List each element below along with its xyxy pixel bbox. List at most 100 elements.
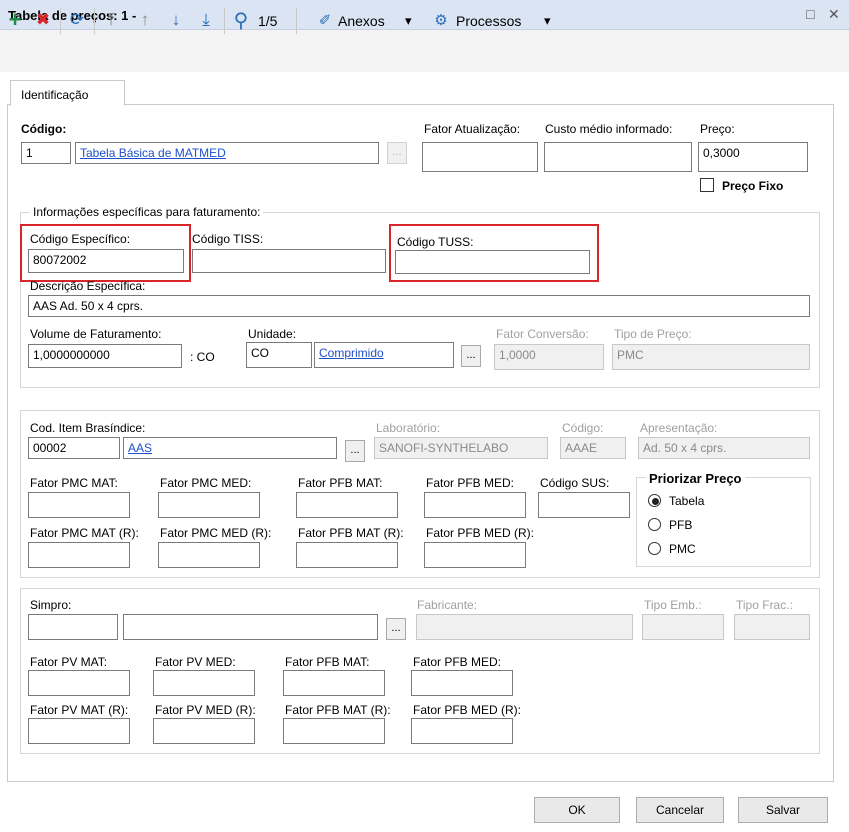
fator-pfb-med-r-simpro-label: Fator PFB MED (R): xyxy=(413,703,522,717)
codigo-especifico-label: Código Específico: xyxy=(30,232,131,246)
faturamento-group-label: Informações específicas para faturamento… xyxy=(30,205,264,219)
tabela-descricao-field[interactable]: Tabela Básica de MATMED xyxy=(75,142,379,164)
volume-faturamento-label: Volume de Faturamento: xyxy=(30,327,162,341)
fator-pv-med-input[interactable] xyxy=(153,670,255,696)
fator-pmc-mat-r-label: Fator PMC MAT (R): xyxy=(30,526,139,540)
cod-item-brasindice-label: Cod. Item Brasíndice: xyxy=(30,421,146,435)
radio-tabela[interactable] xyxy=(648,494,661,507)
plus-icon[interactable]: + xyxy=(4,7,26,32)
fator-pfb-med-r-label: Fator PFB MED (R): xyxy=(426,526,535,540)
refresh-icon[interactable]: ⟳ xyxy=(66,8,88,32)
fator-pfb-mat-r-input[interactable] xyxy=(296,542,398,568)
fator-pfb-mat-r-simpro-input[interactable] xyxy=(283,718,385,744)
tipo-frac-input[interactable] xyxy=(734,614,810,640)
tipo-emb-label: Tipo Emb.: xyxy=(644,598,702,612)
unidade-code-input[interactable]: CO xyxy=(246,342,312,368)
fator-pmc-med-r-input[interactable] xyxy=(158,542,260,568)
item-brasindice-link[interactable]: AAS xyxy=(128,441,152,455)
tabela-link[interactable]: Tabela Básica de MATMED xyxy=(80,146,226,160)
processos-menu[interactable]: Processos xyxy=(456,13,521,29)
pager-text: 1/5 xyxy=(258,13,278,29)
fator-pfb-med-r-simpro-input[interactable] xyxy=(411,718,513,744)
fator-pv-med-label: Fator PV MED: xyxy=(155,655,236,669)
codigo-brasindice-input[interactable]: AAAE xyxy=(560,437,626,459)
codigo-label: Código: xyxy=(21,122,67,136)
cancelar-button[interactable]: Cancelar xyxy=(636,797,724,823)
anexos-menu[interactable]: Anexos xyxy=(338,13,385,29)
radio-tabela-label: Tabela xyxy=(669,494,705,508)
radio-pmc[interactable] xyxy=(648,542,661,555)
cod-item-brasindice-input[interactable]: 00002 xyxy=(28,437,120,459)
fator-pv-mat-r-label: Fator PV MAT (R): xyxy=(30,703,129,717)
fator-atualizacao-input[interactable] xyxy=(422,142,538,172)
search-icon[interactable]: ⚲ xyxy=(230,8,252,32)
first-record-icon[interactable]: ⤒ xyxy=(100,8,122,32)
fator-pv-mat-input[interactable] xyxy=(28,670,130,696)
fator-pmc-med-input[interactable] xyxy=(158,492,260,518)
tipo-emb-input[interactable] xyxy=(642,614,724,640)
codigo-input[interactable]: 1 xyxy=(21,142,71,164)
fator-pmc-med-label: Fator PMC MED: xyxy=(160,476,252,490)
unidade-lookup-button[interactable]: ... xyxy=(461,345,481,367)
ok-button[interactable]: OK xyxy=(534,797,620,823)
salvar-button[interactable]: Salvar xyxy=(738,797,828,823)
fator-pv-med-r-input[interactable] xyxy=(153,718,255,744)
custo-medio-input[interactable] xyxy=(544,142,692,172)
tab-identificacao[interactable]: Identificação xyxy=(10,80,125,106)
tabela-lookup-button[interactable]: ... xyxy=(387,142,407,164)
codigo-especifico-input[interactable]: 80072002 xyxy=(28,249,184,273)
priorizar-preco-label: Priorizar Preço xyxy=(646,471,745,486)
descricao-especifica-input[interactable]: AAS Ad. 50 x 4 cprs. xyxy=(28,295,810,317)
fator-pfb-med-simpro-input[interactable] xyxy=(411,670,513,696)
preco-fixo-label: Preço Fixo xyxy=(722,179,784,193)
restore-icon[interactable]: □ xyxy=(806,6,814,22)
fator-pv-mat-r-input[interactable] xyxy=(28,718,130,744)
toolbar-separator xyxy=(94,8,95,34)
last-record-icon[interactable]: ⤓ xyxy=(195,8,217,32)
close-icon[interactable]: ✕ xyxy=(828,6,840,23)
simpro-label: Simpro: xyxy=(30,598,72,612)
unidade-link[interactable]: Comprimido xyxy=(319,346,384,360)
fator-pfb-med-label: Fator PFB MED: xyxy=(426,476,515,490)
simpro-code-input[interactable] xyxy=(28,614,118,640)
fator-pfb-med-input[interactable] xyxy=(424,492,526,518)
fabricante-input[interactable] xyxy=(416,614,633,640)
custo-medio-label: Custo médio informado: xyxy=(545,122,673,136)
next-record-icon[interactable]: ↓ xyxy=(165,8,187,32)
radio-pmc-label: PMC xyxy=(669,542,696,556)
tipo-preco-label: Tipo de Preço: xyxy=(614,327,692,341)
tipo-preco-input[interactable]: PMC xyxy=(612,344,810,370)
fator-pfb-mat-simpro-input[interactable] xyxy=(283,670,385,696)
processos-caret-icon[interactable]: ▾ xyxy=(544,13,551,29)
laboratorio-label: Laboratório: xyxy=(376,421,441,435)
codigo-tiss-label: Código TISS: xyxy=(192,232,264,246)
simpro-lookup-button[interactable]: ... xyxy=(386,618,406,640)
fator-pfb-mat-input[interactable] xyxy=(296,492,398,518)
brasindice-lookup-button[interactable]: ... xyxy=(345,440,365,462)
fator-pfb-mat-label: Fator PFB MAT: xyxy=(298,476,383,490)
fator-pmc-mat-input[interactable] xyxy=(28,492,130,518)
codigo-tuss-label: Código TUSS: xyxy=(397,235,474,249)
laboratorio-input[interactable]: SANOFI-SYNTHELABO xyxy=(374,437,548,459)
unidade-descricao-field[interactable]: Comprimido xyxy=(314,342,454,368)
fator-conversao-input[interactable]: 1,0000 xyxy=(494,344,604,370)
fator-pmc-mat-r-input[interactable] xyxy=(28,542,130,568)
anexos-caret-icon[interactable]: ▾ xyxy=(405,13,412,29)
toolbar-separator xyxy=(296,8,297,34)
fator-pfb-mat-r-label: Fator PFB MAT (R): xyxy=(298,526,404,540)
radio-pfb[interactable] xyxy=(648,518,661,531)
codigo-tuss-input[interactable] xyxy=(395,250,590,274)
item-brasindice-field[interactable]: AAS xyxy=(123,437,337,459)
delete-icon[interactable]: ✖ xyxy=(32,8,54,32)
fabricante-label: Fabricante: xyxy=(417,598,478,612)
preco-input[interactable]: 0,3000 xyxy=(698,142,808,172)
codigo-tiss-input[interactable] xyxy=(192,249,386,273)
codigo-sus-input[interactable] xyxy=(538,492,630,518)
apresentacao-input[interactable]: Ad. 50 x 4 cprs. xyxy=(638,437,810,459)
preco-fixo-checkbox[interactable] xyxy=(700,178,714,192)
simpro-descricao-input[interactable] xyxy=(123,614,378,640)
fator-pfb-med-r-input[interactable] xyxy=(424,542,526,568)
previous-record-icon[interactable]: ↑ xyxy=(134,8,156,32)
fator-pfb-mat-simpro-label: Fator PFB MAT: xyxy=(285,655,370,669)
volume-faturamento-input[interactable]: 1,0000000000 xyxy=(28,344,182,368)
